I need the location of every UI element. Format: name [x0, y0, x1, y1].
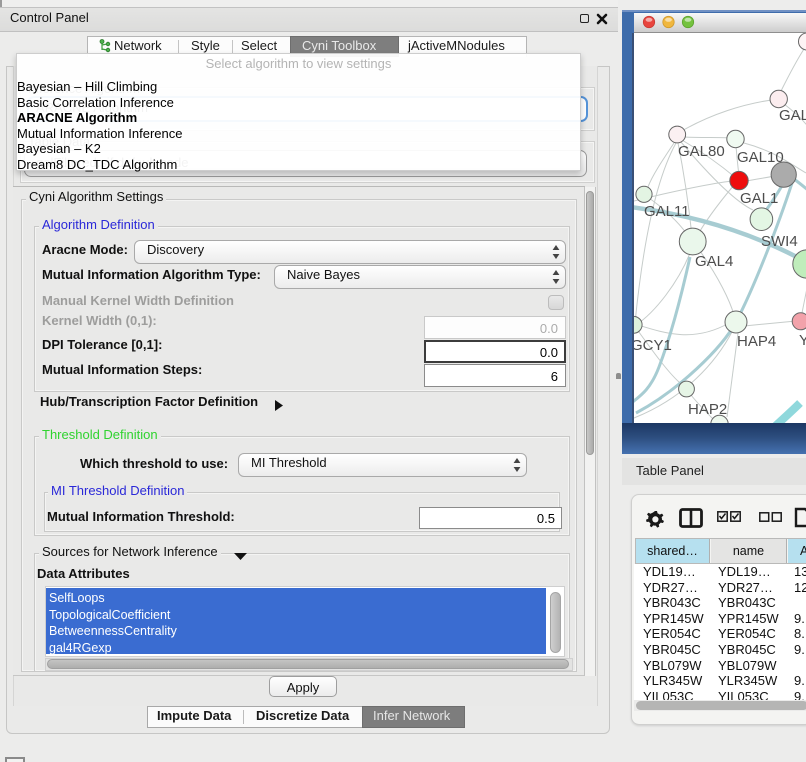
svg-text:GAL11: GAL11 — [644, 203, 690, 220]
svg-text:GAL4: GAL4 — [695, 253, 733, 270]
svg-text:GAL80: GAL80 — [678, 143, 725, 160]
svg-text:GAL1: GAL1 — [740, 190, 778, 207]
svg-text:GAL10: GAL10 — [737, 149, 784, 166]
svg-text:HAP4: HAP4 — [737, 333, 776, 350]
svg-text:SWI4: SWI4 — [761, 233, 798, 250]
svg-text:HAP2: HAP2 — [688, 401, 727, 418]
svg-text:GAL: GAL — [779, 107, 806, 124]
svg-text:Y: Y — [799, 332, 806, 349]
svg-text:GCY1: GCY1 — [634, 337, 672, 354]
